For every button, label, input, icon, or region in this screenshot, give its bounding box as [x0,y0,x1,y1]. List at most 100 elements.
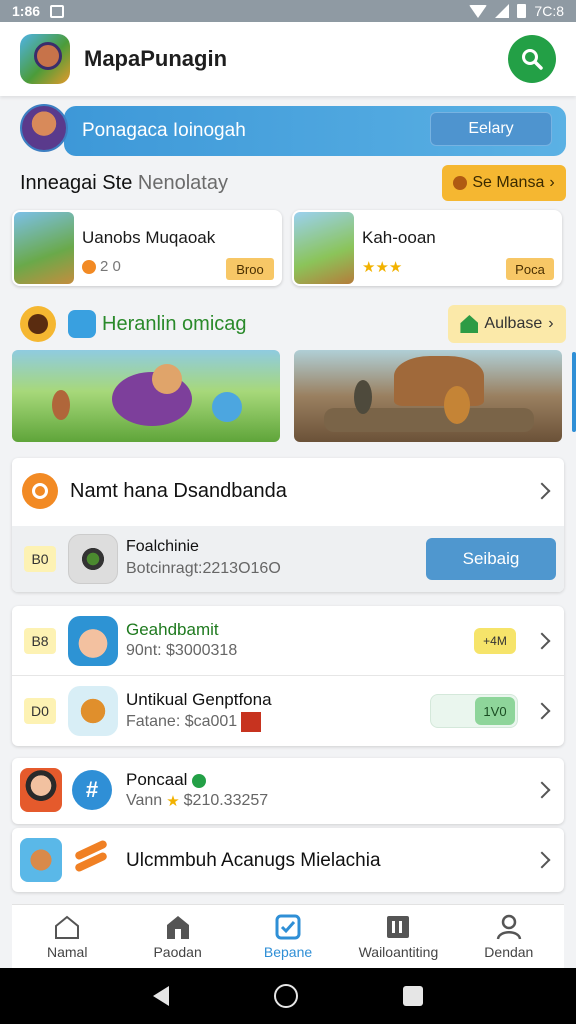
item-icon [68,686,118,736]
profile-icon [496,914,522,939]
list-item[interactable]: B8 Geahdbamit 90nt: $3000318 +4M [12,606,564,676]
item-icon [68,616,118,666]
item-toggle[interactable]: 1V0 [430,694,518,728]
item-tag: D0 [24,698,56,724]
nav-label: Dendan [484,943,534,960]
status-bar: 1:86 7C:8 [0,0,576,22]
banner-text: Ponagaca Ioinogah [82,120,246,141]
star-icon: ★ [166,793,180,810]
section-header: Inneagai Ste Nenolatay Se Mansa › [20,164,566,202]
nav-item-store[interactable]: Paodan [122,905,232,968]
item-title-text: Poncaal [126,770,188,789]
list-header-row[interactable]: Namt hana Dsandbanda [12,458,564,524]
coin-icon [82,259,96,274]
search-button[interactable] [508,35,556,83]
coin-icon [453,176,468,190]
item-badge: +4M [474,628,516,654]
game-button[interactable]: Broo [226,258,274,280]
avatar [20,768,62,812]
item-action-button[interactable]: Seibaig [426,538,556,580]
home-icon[interactable] [273,984,298,1008]
item-icon [20,838,62,882]
chevron-right-icon [533,851,551,869]
list-item[interactable]: B0 Foalchinie Botcinragt:2213O16O Seibai… [12,526,564,592]
wifi-icon [469,4,488,18]
game-thumbnail [294,212,354,284]
list-panel: B8 Geahdbamit 90nt: $3000318 +4M D0 Unti… [12,606,564,746]
item-title: Poncaal [126,770,207,790]
book-icon [387,915,410,938]
nav-label: Bepane [263,943,313,960]
chevron-right-icon [533,781,551,799]
list-item[interactable]: D0 Untikual Genptfona Fatane: $ca001 1V0 [12,676,564,746]
item-subtitle: 90nt: $3000318 [126,642,238,659]
game-card[interactable]: Uanobs Muqaoak 2 0 Broo [12,210,282,286]
app-icon [68,310,96,338]
list-header-title: Namt hana Dsandbanda [70,479,287,502]
verified-icon [192,773,207,788]
rating-stars: ★★★ [362,259,403,276]
featured-button[interactable]: Aulbase › [448,305,566,343]
item-icon [68,534,118,584]
item-title: Untikual Genptfona [126,690,272,709]
featured-header: Heranlin omicag Aulbase › [20,304,566,344]
home-outline-icon [55,915,80,939]
character-icon [20,306,56,342]
chevron-right-icon [533,632,551,649]
house-icon [460,315,479,333]
item-title: Geahdbamit [126,620,219,639]
section-title-muted: Nenolatay [137,171,228,194]
game-meta-value: 2 0 [100,258,121,275]
banner-button[interactable]: Eelary [430,112,552,146]
target-icon [22,473,58,509]
item-subtitle: Fatane: $ca001 [126,712,262,732]
signal-icon [495,4,510,18]
item-subtitle-prefix: Vann [126,792,163,809]
featured-button-label: Aulbase [484,315,543,332]
app-logo-icon [20,34,70,84]
item-subtitle: Botcinragt:2213O16O [126,560,281,577]
nav-item-profile[interactable]: Dendan [454,905,564,968]
game-screenshot[interactable] [12,350,280,442]
notification-icon [50,4,65,18]
nav-label: Wailoantiting [358,943,439,960]
game-name: Kah-ooan [362,228,436,247]
section-title-main: Inneagai Ste [20,171,133,194]
status-time: 1:86 [12,3,41,19]
item-title: Ulcmmbuh Acanugs Mielachia [126,850,381,871]
section-title: Inneagai Ste Nenolatay [20,172,228,195]
spark-icon [241,712,262,732]
featured-title: Heranlin omicag [102,312,247,335]
list-item[interactable]: # Poncaal Vann ★ $210.33257 [12,758,564,824]
recent-apps-icon[interactable] [403,986,424,1006]
game-card[interactable]: Kah-ooan ★★★ Poca [292,210,562,286]
game-screenshot[interactable] [294,350,562,442]
item-subtitle-value: $210.33257 [183,792,269,809]
nav-item-tasks[interactable]: Bepane [233,905,343,968]
game-rating: ★★★ [362,258,402,276]
nav-item-library[interactable]: Wailoantiting [343,905,453,968]
game-meta: 2 0 [82,258,121,275]
bottom-nav: Namal Paodan Bepane Wailoantiting Dendan [12,904,564,968]
item-tag: B0 [24,546,56,572]
search-icon [522,49,543,70]
chevron-right-icon: › [549,174,555,191]
app-bar: MapaPunagin [0,22,576,96]
wave-icon [73,839,112,878]
item-tag: B8 [24,627,56,654]
chevron-right-icon: › [548,315,554,332]
app-title: MapaPunagin [84,46,228,71]
game-button[interactable]: Poca [506,258,554,280]
see-more-label: Se Mansa [472,174,545,191]
scrollbar[interactable] [572,352,576,432]
nav-label: Namal [46,943,88,960]
list-item[interactable]: Ulcmmbuh Acanugs Mielachia [12,828,564,892]
avatar [20,104,68,152]
list-panel: Namt hana Dsandbanda B0 Foalchinie Botci… [12,458,564,592]
promo-banner[interactable]: Ponagaca Ioinogah Eelary [20,104,566,156]
back-icon[interactable] [152,986,169,1006]
hash-icon: # [72,770,112,810]
nav-label: Paodan [153,943,202,960]
nav-item-home[interactable]: Namal [12,905,122,968]
see-more-button[interactable]: Se Mansa › [442,165,566,201]
